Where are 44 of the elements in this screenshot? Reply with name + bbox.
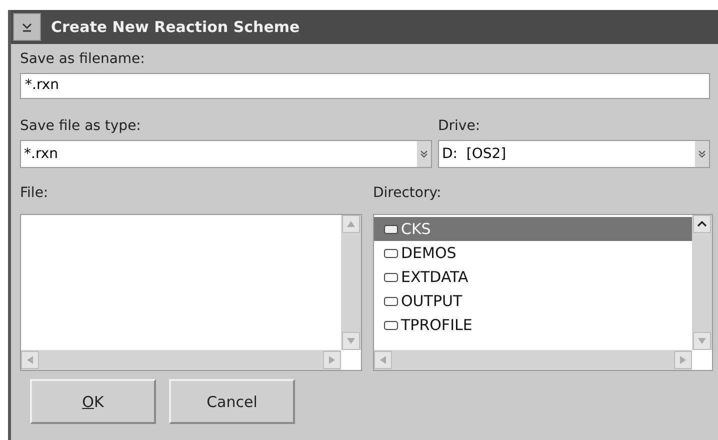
cancel-button[interactable]: Cancel (169, 379, 295, 424)
filename-field[interactable]: *.rxn (20, 73, 710, 99)
ok-button[interactable]: OK (30, 379, 156, 424)
field-label: Save as filename: (20, 50, 146, 68)
folder-icon (384, 296, 398, 306)
window-title: Create New Reaction Scheme (51, 18, 300, 36)
directory-item[interactable]: DEMOS (374, 241, 692, 265)
down-triangle-icon (347, 338, 355, 344)
vertical-scrollbar[interactable] (341, 215, 361, 350)
file-type-dropdown[interactable]: *.rxn (20, 140, 432, 168)
directory-list[interactable]: CKS DEMOS EXTDATA OUTPUT TPROFILE (373, 214, 713, 371)
directory-item[interactable]: OUTPUT (374, 289, 692, 313)
right-triangle-icon (680, 356, 686, 364)
scroll-right-button[interactable] (323, 351, 341, 369)
caret-icon (21, 21, 33, 33)
scroll-up-button[interactable] (693, 215, 711, 233)
scroll-right-button[interactable] (674, 351, 692, 369)
up-triangle-icon (347, 221, 355, 227)
scroll-down-button[interactable] (693, 332, 711, 350)
horizontal-scrollbar[interactable] (21, 350, 341, 370)
folder-icon (384, 272, 398, 282)
list-label: File: (20, 184, 50, 202)
folder-icon (384, 320, 398, 330)
scroll-down-button[interactable] (342, 332, 360, 350)
scroll-left-button[interactable] (374, 351, 392, 369)
field-label: Drive: (438, 117, 482, 135)
system-menu-button[interactable] (13, 13, 41, 41)
right-triangle-icon (329, 356, 335, 364)
down-triangle-icon (698, 338, 706, 344)
file-list[interactable] (20, 214, 362, 371)
horizontal-scrollbar[interactable] (374, 350, 692, 370)
left-triangle-icon (27, 356, 33, 364)
directory-item[interactable]: CKS (374, 217, 692, 241)
left-triangle-icon (380, 356, 386, 364)
directory-item[interactable]: EXTDATA (374, 265, 692, 289)
folder-icon (384, 224, 398, 234)
field-label: Save file as type: (20, 117, 142, 135)
drive-dropdown[interactable]: D: [OS2] (438, 140, 710, 168)
vertical-scrollbar[interactable] (692, 215, 712, 350)
folder-icon (384, 248, 398, 258)
list-label: Directory: (373, 184, 442, 202)
scroll-left-button[interactable] (21, 351, 39, 369)
up-chevron-icon (697, 221, 707, 227)
directory-item[interactable]: TPROFILE (374, 313, 692, 337)
